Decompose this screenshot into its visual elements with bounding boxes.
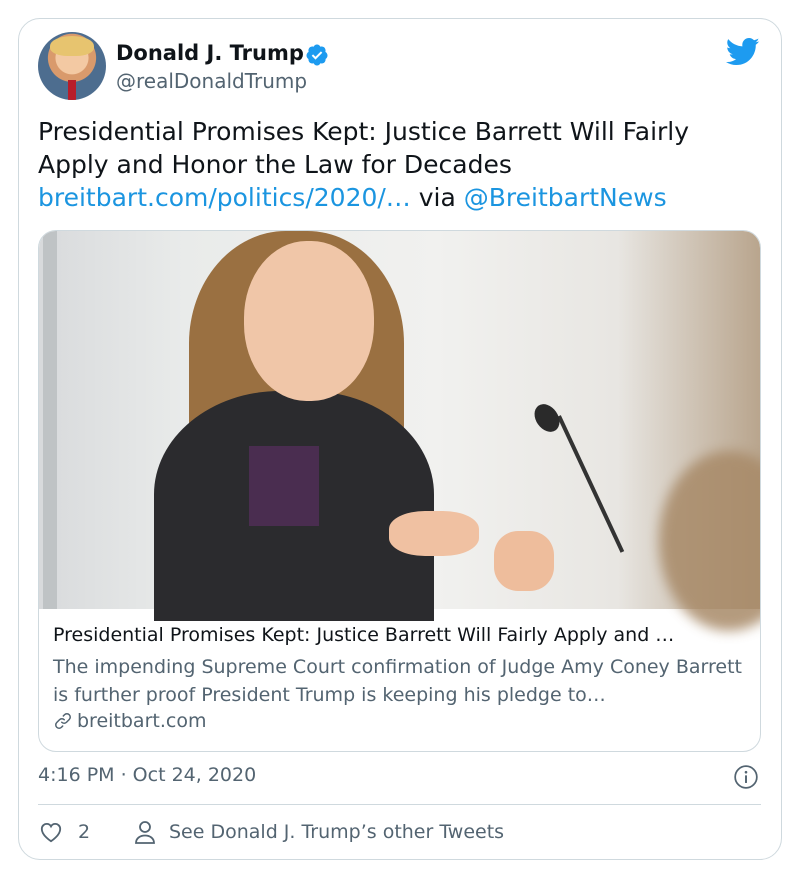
link-preview-card[interactable]: Presidential Promises Kept: Justice Barr… xyxy=(38,230,761,752)
other-tweets-label: See Donald J. Trump’s other Tweets xyxy=(169,821,505,843)
like-count: 2 xyxy=(78,821,91,843)
tweet-body: Presidential Promises Kept: Justice Barr… xyxy=(38,117,690,179)
profile-icon xyxy=(135,821,155,844)
tweet-text: Presidential Promises Kept: Justice Barr… xyxy=(38,115,758,214)
heart-icon xyxy=(40,822,62,843)
preview-description: The impending Supreme Court confirmation… xyxy=(53,656,742,706)
mention-link[interactable]: @BreitbartNews xyxy=(464,183,667,212)
via-label: via xyxy=(418,183,456,212)
preview-image[interactable] xyxy=(39,231,760,631)
twitter-bird-icon[interactable] xyxy=(726,37,760,67)
tweet-timestamp[interactable]: 4:16 PM · Oct 24, 2020 xyxy=(38,764,256,786)
avatar[interactable] xyxy=(38,32,106,100)
preview-domain[interactable]: breitbart.com xyxy=(53,710,206,732)
preview-title[interactable]: Presidential Promises Kept: Justice Barr… xyxy=(53,624,753,646)
link-icon xyxy=(55,713,71,729)
like-button[interactable]: 2 xyxy=(38,819,90,845)
tweet-link[interactable]: breitbart.com/politics/2020/… xyxy=(38,183,411,212)
display-name[interactable]: Donald J. Trump xyxy=(116,41,304,65)
user-handle[interactable]: @realDonaldTrump xyxy=(116,69,307,93)
other-tweets-link[interactable]: See Donald J. Trump’s other Tweets xyxy=(133,819,504,845)
info-icon[interactable] xyxy=(733,764,759,790)
verified-badge-icon xyxy=(306,44,328,66)
tweet-card: Donald J. Trump @realDonaldTrump Preside… xyxy=(18,18,782,860)
preview-domain-label: breitbart.com xyxy=(77,710,207,732)
divider xyxy=(38,804,761,805)
